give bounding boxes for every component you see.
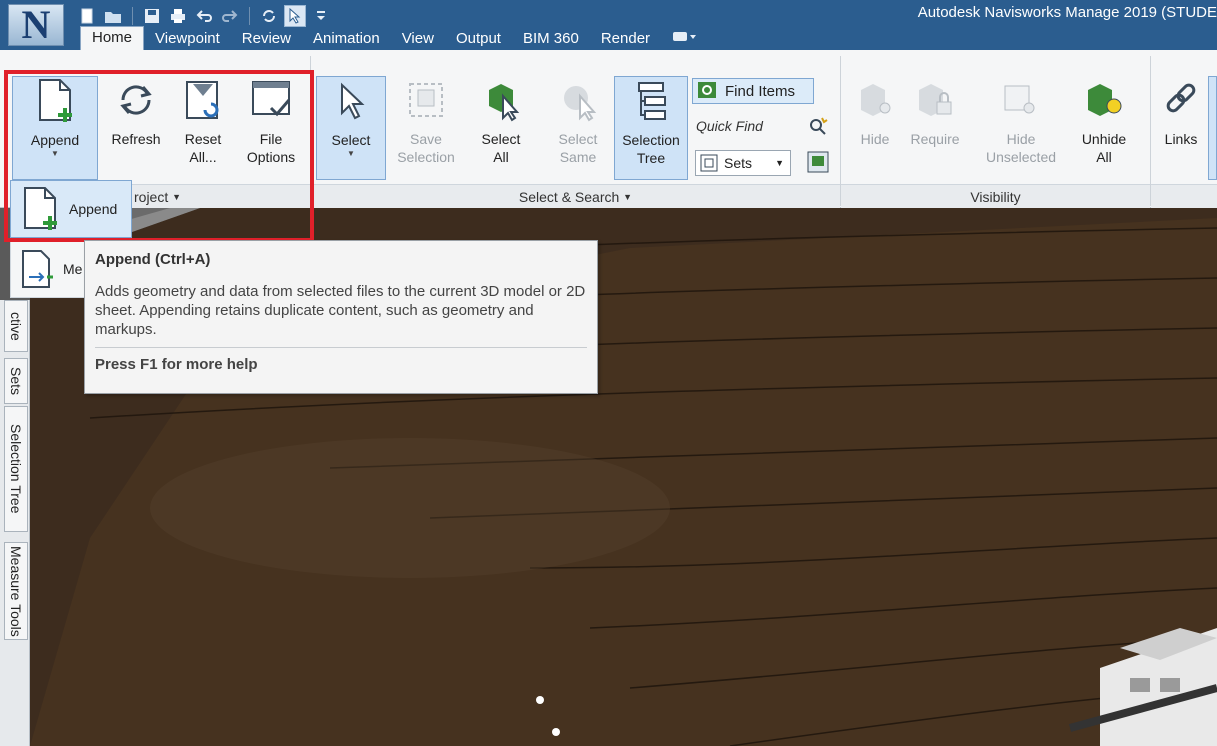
next-ribbon-button[interactable] (1208, 76, 1217, 180)
select-all-button[interactable]: Select All (470, 76, 532, 166)
tab-view[interactable]: View (391, 28, 445, 50)
redo-icon[interactable] (219, 5, 241, 27)
open-folder-icon[interactable] (102, 5, 124, 27)
highlight-box (4, 70, 314, 242)
sets-dropdown[interactable]: Sets ▼ (695, 150, 791, 176)
refresh-qat-icon[interactable] (258, 5, 280, 27)
tooltip-title: Append (Ctrl+A) (95, 251, 211, 268)
quick-access-toolbar (76, 4, 332, 28)
save-selection-icon (402, 76, 450, 124)
customize-qat-icon[interactable] (310, 5, 332, 27)
panel-label-edge (1151, 184, 1217, 208)
new-file-icon[interactable] (76, 5, 98, 27)
tab-review[interactable]: Review (231, 28, 302, 50)
find-items-icon (698, 82, 716, 98)
require-icon (911, 76, 959, 124)
hide-button[interactable]: Hide (848, 76, 902, 148)
append-tooltip: Append (Ctrl+A) Adds geometry and data f… (84, 240, 598, 394)
save-icon[interactable] (141, 5, 163, 27)
chevron-down-icon: ▼ (775, 158, 784, 168)
tooltip-help: Press F1 for more help (95, 356, 258, 373)
tab-side-measure-tools[interactable]: Measure Tools (4, 542, 28, 640)
unhide-all-button[interactable]: Unhide All (1072, 76, 1136, 166)
select-same-button[interactable]: Select Same (548, 76, 608, 166)
window-title: Autodesk Navisworks Manage 2019 (STUDE (917, 4, 1217, 21)
application-menu-button[interactable]: N (8, 4, 64, 46)
select-button[interactable]: Select ▼ (316, 76, 386, 180)
chevron-down-icon: ▼ (347, 149, 355, 158)
chevron-down-icon: ▼ (623, 191, 633, 202)
tab-output[interactable]: Output (445, 28, 512, 50)
find-items-button[interactable]: Find Items (692, 78, 814, 104)
tooltip-description: Adds geometry and data from selected fil… (95, 283, 586, 338)
ribbon-options-icon[interactable] (661, 28, 709, 50)
selection-tree-icon (627, 77, 675, 125)
tab-side-active[interactable]: ctive (4, 300, 28, 352)
select-cursor-icon (327, 77, 375, 125)
sets-icon (700, 154, 718, 172)
tab-render[interactable]: Render (590, 28, 661, 50)
ribbon-tabs: Home Viewpoint Review Animation View Out… (80, 26, 709, 50)
side-panel-strip: ctive Sets Selection Tree Measure Tools (0, 300, 30, 746)
save-selection-button[interactable]: Save Selection (392, 76, 460, 166)
manage-sets-icon[interactable] (806, 150, 830, 174)
tooltip-divider (95, 347, 587, 348)
select-same-icon (554, 76, 602, 124)
select-search-panel-label[interactable]: Select & Search ▼ (311, 184, 840, 208)
tab-viewpoint[interactable]: Viewpoint (144, 28, 231, 50)
links-button[interactable]: Links (1154, 76, 1208, 148)
tab-home[interactable]: Home (80, 26, 145, 50)
visibility-panel-label[interactable]: Visibility (841, 184, 1150, 208)
link-icon (1157, 76, 1205, 124)
tab-animation[interactable]: Animation (302, 28, 391, 50)
qat-divider (132, 7, 133, 25)
print-icon[interactable] (167, 5, 189, 27)
require-button[interactable]: Require (902, 76, 968, 148)
qat-divider (249, 7, 250, 25)
selection-tree-button[interactable]: Selection Tree (614, 76, 688, 180)
quick-find-search-icon[interactable] (808, 116, 828, 139)
tab-side-selection-tree[interactable]: Selection Tree (4, 406, 28, 532)
hide-unselected-icon (997, 76, 1045, 124)
unhide-all-icon (1080, 76, 1128, 124)
quick-find-input[interactable]: Quick Find (696, 118, 812, 140)
tab-side-sets[interactable]: Sets (4, 358, 28, 404)
merge-dropdown-item[interactable]: Me (10, 240, 86, 298)
select-cursor-icon[interactable] (284, 5, 306, 27)
undo-icon[interactable] (193, 5, 215, 27)
title-bar: N Autodesk Navisworks Manage 2019 (STUDE… (0, 0, 1217, 50)
hide-unselected-button[interactable]: Hide Unselected (976, 76, 1066, 166)
hide-icon (851, 76, 899, 124)
tab-bim-360[interactable]: BIM 360 (512, 28, 590, 50)
select-all-icon (477, 76, 525, 124)
merge-icon (22, 250, 53, 288)
